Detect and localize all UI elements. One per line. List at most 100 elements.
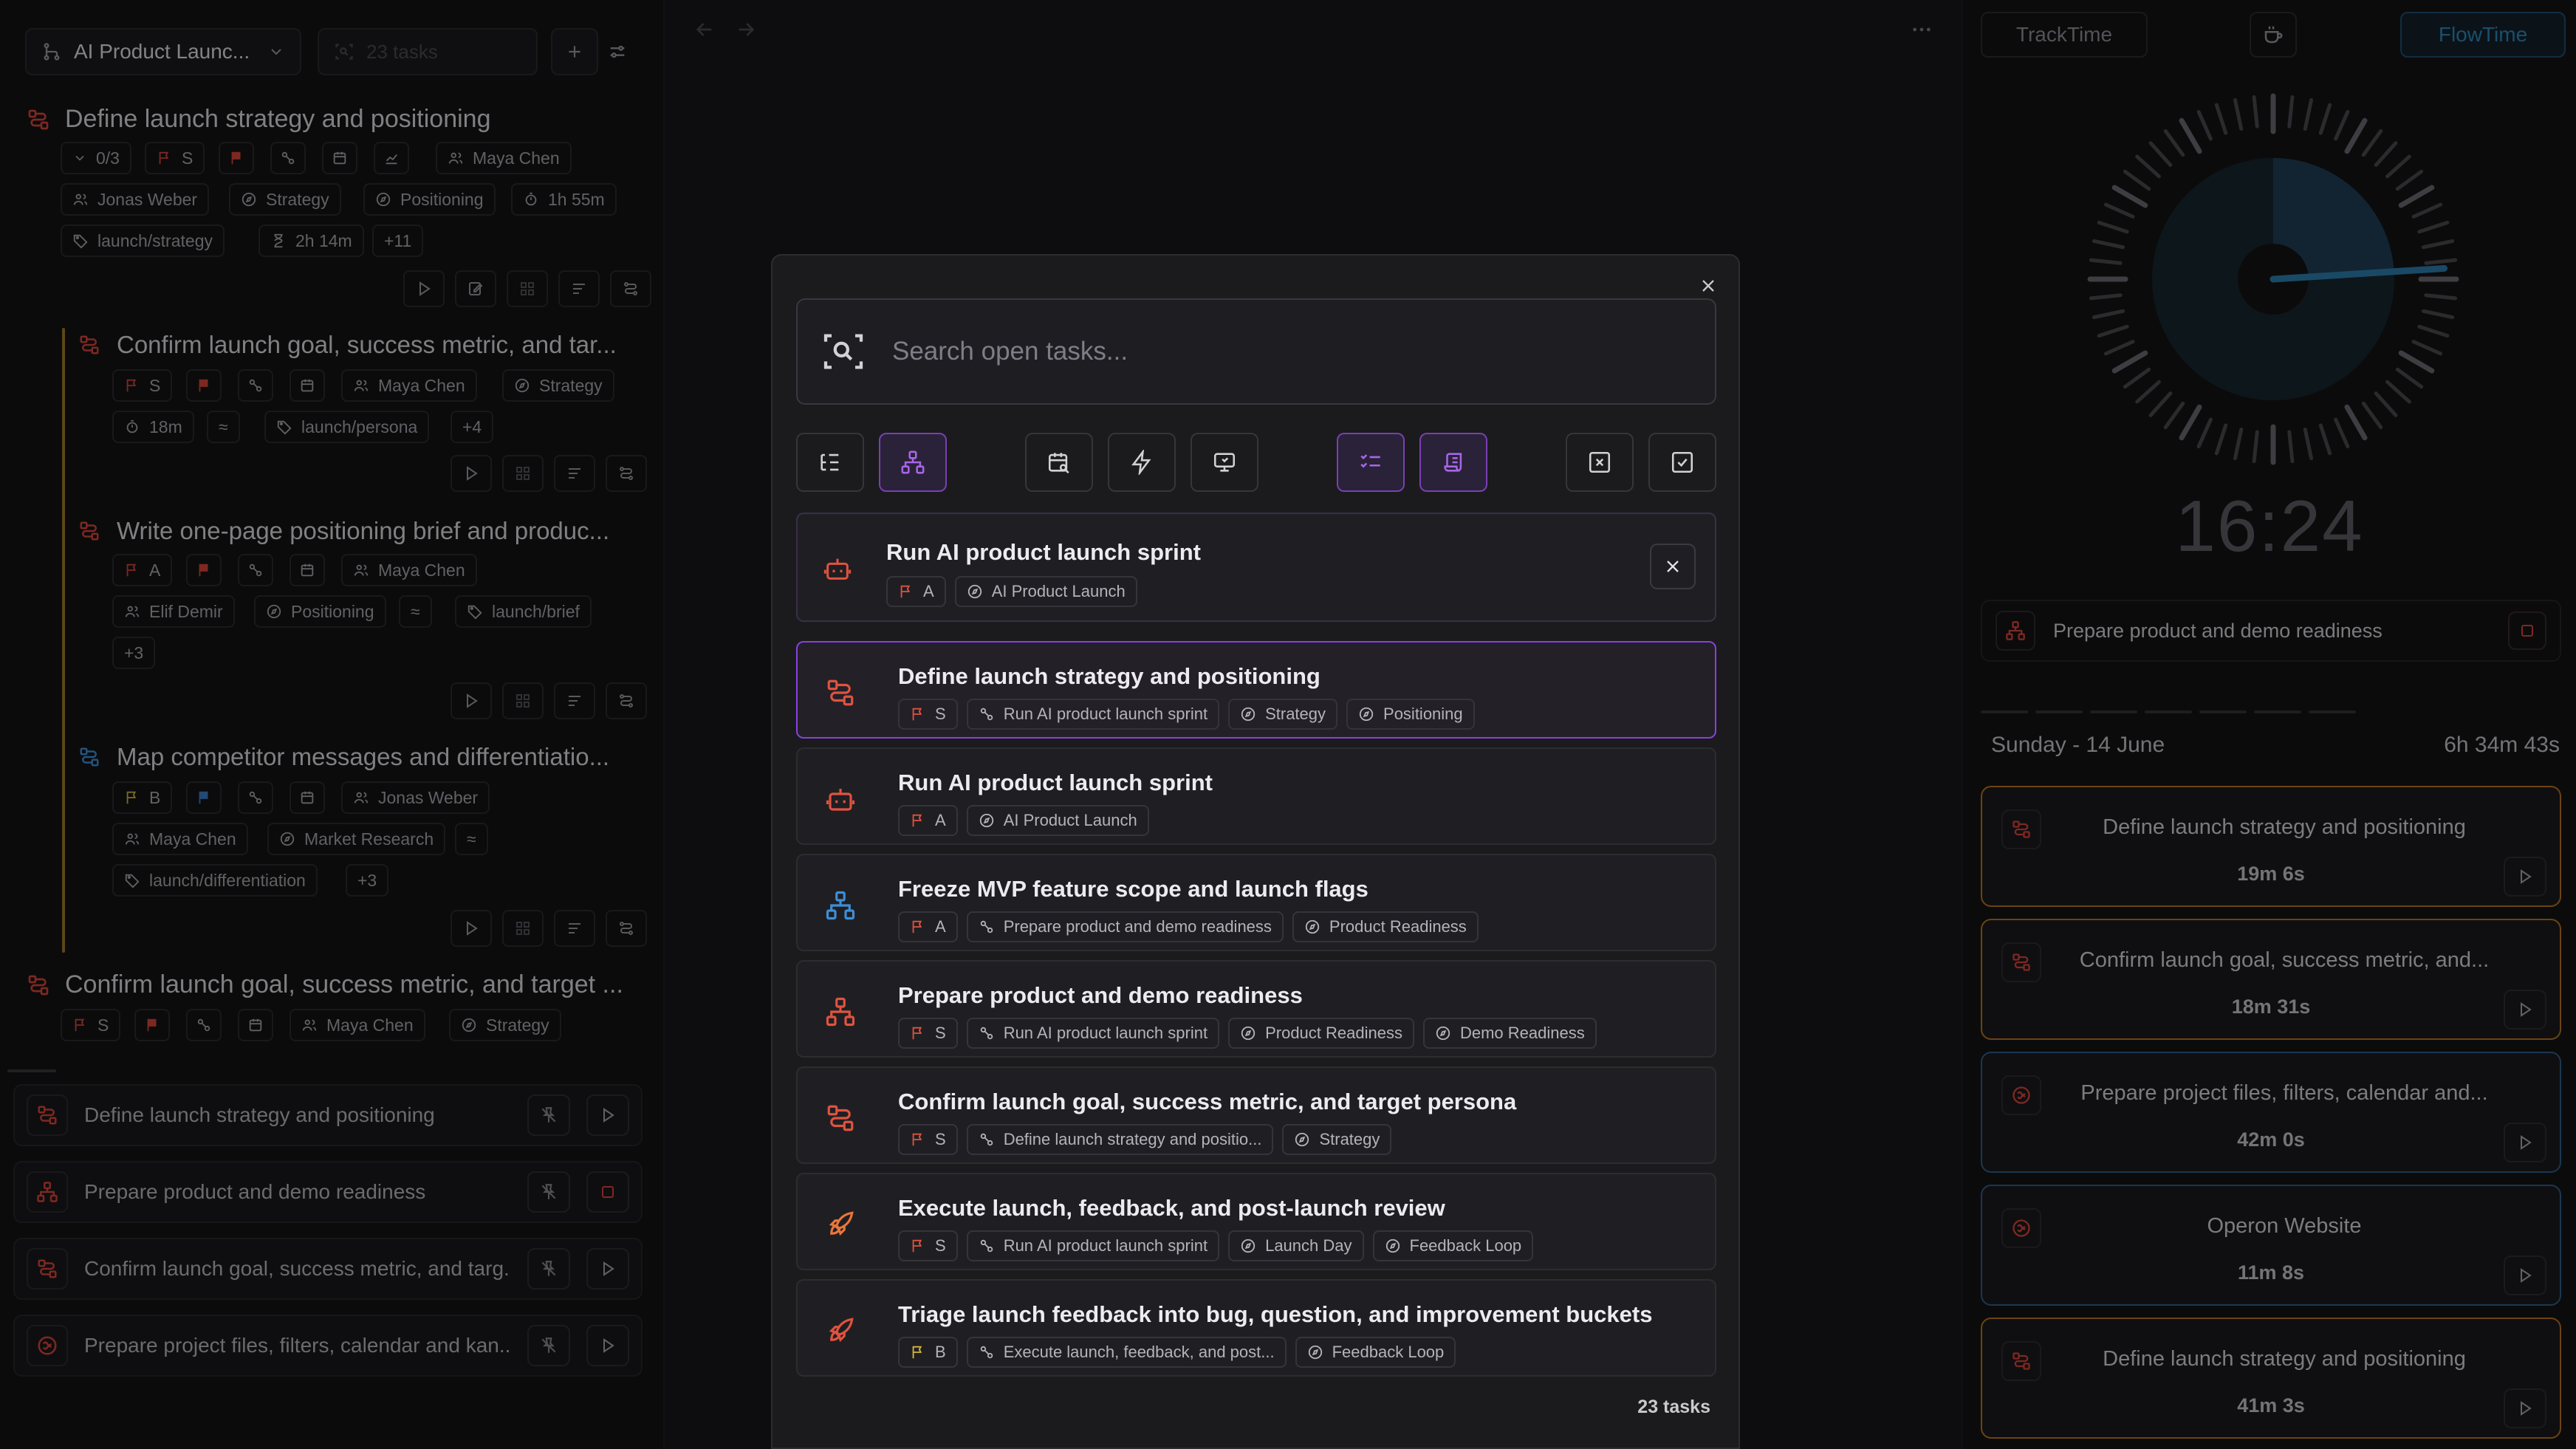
priority-chip[interactable]: S: [898, 1124, 958, 1155]
priority-chip[interactable]: S: [898, 699, 958, 730]
quick-filter-toggle[interactable]: [1108, 433, 1176, 492]
hierarchy-icon: [901, 451, 925, 474]
search-result-row[interactable]: Execute launch, feedback, and post-launc…: [796, 1173, 1716, 1270]
context-task[interactable]: Run AI product launch sprint A AI Produc…: [796, 513, 1716, 622]
tag-chip[interactable]: Product Readiness: [1292, 911, 1479, 942]
flag-icon: [912, 1239, 922, 1253]
close-button[interactable]: [1693, 270, 1724, 301]
flag-icon: [912, 1346, 922, 1359]
close-icon: [1702, 280, 1714, 292]
checklist-toggle[interactable]: [1337, 433, 1405, 492]
robot-icon: [817, 548, 858, 589]
link-icon: [980, 1346, 993, 1359]
search-result-row[interactable]: Confirm launch goal, success metric, and…: [796, 1066, 1716, 1164]
tag-chip[interactable]: Feedback Loop: [1372, 1230, 1534, 1261]
task-chips: S Run AI product launch sprint Product R…: [898, 1018, 1597, 1049]
parent-task-chip[interactable]: Define launch strategy and positio...: [966, 1124, 1274, 1155]
task-chips: A Prepare product and demo readiness Pro…: [898, 911, 1479, 942]
monitor-icon: [1213, 453, 1236, 472]
compass-icon: [1305, 919, 1320, 934]
task-search-dialog: Run AI product launch sprint A AI Produc…: [771, 254, 1740, 1449]
list-tree-icon: [821, 453, 839, 471]
parent-task-chip[interactable]: Run AI product launch sprint: [966, 699, 1220, 730]
tag-chip[interactable]: Feedback Loop: [1295, 1337, 1456, 1368]
parent-task-chip[interactable]: Prepare product and demo readiness: [966, 911, 1284, 942]
task-title: Run AI product launch sprint: [898, 770, 1213, 795]
search-result-row[interactable]: Define launch strategy and positioning S…: [796, 641, 1716, 739]
task-count: 23 tasks: [1637, 1397, 1710, 1417]
task-chips: S Run AI product launch sprint Strategy …: [898, 699, 1475, 730]
flag-icon: [912, 920, 922, 934]
task-chips: S Define launch strategy and positio... …: [898, 1124, 1392, 1155]
flag-icon: [912, 1133, 922, 1146]
square-check-icon: [1671, 451, 1693, 473]
workflow-icon: [820, 672, 861, 713]
monitor-filter-toggle[interactable]: [1191, 433, 1258, 492]
parent-task-chip[interactable]: Run AI product launch sprint: [966, 1230, 1220, 1261]
flag-icon: [912, 1027, 922, 1040]
compass-icon: [1241, 1239, 1256, 1253]
task-chips: A AI Product Launch: [886, 576, 1137, 607]
task-title: Triage launch feedback into bug, questio…: [898, 1301, 1653, 1327]
search-result-row[interactable]: Triage launch feedback into bug, questio…: [796, 1279, 1716, 1377]
compass-icon: [1295, 1132, 1309, 1147]
clear-context-button[interactable]: [1650, 544, 1696, 589]
tag-chip[interactable]: Strategy: [1282, 1124, 1392, 1155]
compass-icon: [1241, 1026, 1256, 1041]
scroll-toggle[interactable]: [1419, 433, 1487, 492]
close-icon: [1667, 561, 1679, 572]
priority-chip[interactable]: S: [898, 1230, 958, 1261]
compass-icon: [1308, 1345, 1322, 1360]
bolt-icon: [1131, 450, 1151, 475]
clear-selection-button[interactable]: [1566, 433, 1634, 492]
search-result-row[interactable]: Run AI product launch sprint A AI Produc…: [796, 747, 1716, 845]
compass-icon: [1241, 707, 1256, 722]
priority-chip[interactable]: S: [898, 1018, 958, 1049]
tag-chip[interactable]: Launch Day: [1228, 1230, 1364, 1261]
link-icon: [980, 708, 993, 721]
tree-view-toggle[interactable]: [796, 433, 864, 492]
hierarchy-filter-toggle[interactable]: [879, 433, 947, 492]
tag-chip[interactable]: Strategy: [1228, 699, 1338, 730]
calendar-filter-toggle[interactable]: [1025, 433, 1093, 492]
compass-icon: [979, 813, 993, 828]
search-box: [796, 298, 1716, 405]
rocket-icon: [820, 1310, 861, 1352]
task-title: Confirm launch goal, success metric, and…: [898, 1089, 1517, 1114]
square-x-icon: [1589, 451, 1611, 473]
tag-chip[interactable]: Product Readiness: [1228, 1018, 1414, 1049]
parent-task-chip[interactable]: Run AI product launch sprint: [966, 1018, 1220, 1049]
search-result-row[interactable]: Freeze MVP feature scope and launch flag…: [796, 854, 1716, 951]
compass-icon: [967, 584, 982, 599]
compass-icon: [1385, 1239, 1400, 1253]
priority-chip[interactable]: B: [898, 1337, 958, 1368]
flag-icon: [912, 708, 922, 721]
tag-chip[interactable]: Positioning: [1346, 699, 1475, 730]
task-chips: B Execute launch, feedback, and post... …: [898, 1337, 1456, 1368]
search-result-row[interactable]: Prepare product and demo readiness S Run…: [796, 960, 1716, 1058]
flag-icon: [900, 585, 911, 598]
robot-icon: [820, 778, 861, 820]
hierarchy-icon: [820, 991, 861, 1032]
rocket-icon: [820, 1204, 861, 1245]
search-input[interactable]: [892, 337, 1693, 366]
project-chip[interactable]: AI Product Launch: [954, 576, 1137, 607]
scroll-icon: [1444, 453, 1462, 472]
parent-task-chip[interactable]: Execute launch, feedback, and post...: [966, 1337, 1287, 1368]
flag-icon: [912, 814, 922, 827]
hierarchy-icon: [820, 885, 861, 926]
tag-chip[interactable]: Demo Readiness: [1422, 1018, 1597, 1049]
task-title: Execute launch, feedback, and post-launc…: [898, 1195, 1445, 1221]
confirm-selection-button[interactable]: [1648, 433, 1716, 492]
link-icon: [980, 920, 993, 934]
calendar-search-icon: [1048, 453, 1069, 474]
priority-chip[interactable]: A: [898, 805, 958, 836]
link-icon: [980, 1239, 993, 1253]
task-title: Prepare product and demo readiness: [898, 982, 1303, 1008]
link-icon: [980, 1133, 993, 1146]
scan-search-icon: [820, 328, 867, 375]
tag-chip[interactable]: AI Product Launch: [966, 805, 1149, 836]
priority-chip[interactable]: A: [886, 576, 946, 607]
task-chips: S Run AI product launch sprint Launch Da…: [898, 1230, 1534, 1261]
priority-chip[interactable]: A: [898, 911, 958, 942]
